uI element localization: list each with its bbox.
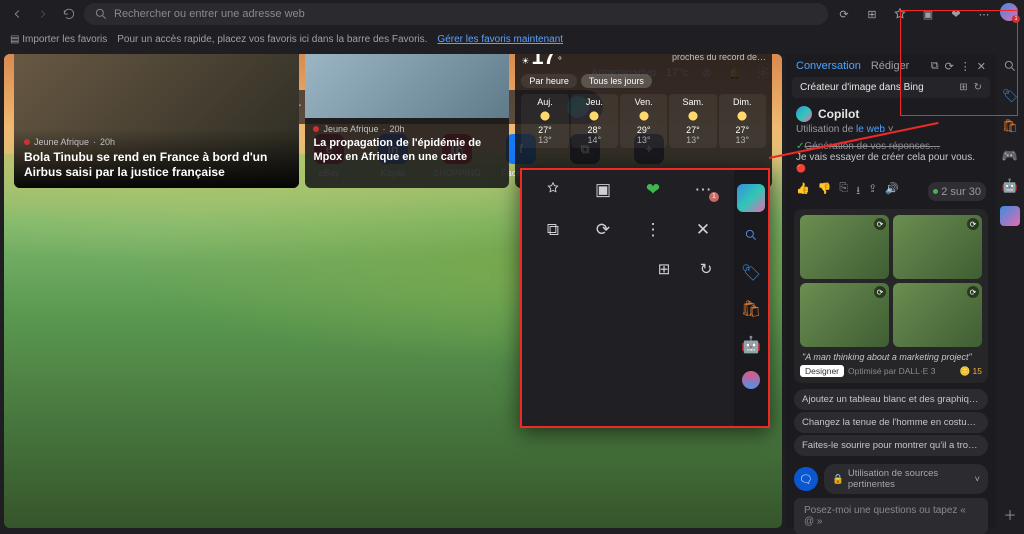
image-creator-banner[interactable]: Créateur d'image dans Bing ⊞↻ — [792, 77, 990, 98]
news-card-lead[interactable]: Jeune Afrique · 20h Bola Tinubu se rend … — [14, 54, 299, 188]
sources-toggle[interactable]: 🔒 Utilisation de sources pertinentes ˅ — [824, 464, 988, 494]
open-external-icon[interactable]: ⧉ — [541, 220, 565, 240]
forecast-day[interactable]: Sam.27°13° — [669, 94, 716, 148]
new-topic-button[interactable]: 🗨 — [794, 467, 818, 491]
open-external-icon[interactable]: ⧉ — [931, 60, 939, 73]
refresh-icon[interactable]: ⟳ — [591, 220, 615, 240]
copilot-icon[interactable] — [737, 184, 765, 212]
share-icon[interactable]: ⇪ — [868, 182, 877, 201]
news-card[interactable]: Jeune Afrique · 20h La propagation de l'… — [305, 54, 509, 188]
forward-button[interactable] — [32, 3, 54, 25]
sidebar-tag-icon[interactable]: 🏷 — [741, 263, 761, 283]
sync-icon[interactable]: ❤ — [944, 3, 968, 25]
read-aloud-icon[interactable]: 🔊 — [885, 182, 899, 201]
download-icon[interactable]: ⭳ — [856, 182, 860, 201]
profile-avatar[interactable]: 1 — [1000, 3, 1018, 21]
turn-counter: 2 sur 30 — [928, 182, 986, 201]
copilot-logo-icon — [796, 106, 812, 122]
search-icon — [94, 7, 108, 21]
manage-favorites-link[interactable]: Gérer les favoris maintenant — [437, 34, 563, 45]
suggestion-chip[interactable]: Changez la tenue de l'homme en costume d… — [794, 412, 988, 433]
sidebar-shopping-icon[interactable]: 🛍 — [741, 299, 761, 319]
sidebar-copilot-icon[interactable] — [1000, 206, 1020, 226]
generated-image[interactable] — [800, 283, 889, 347]
weather-tab-hourly[interactable]: Par heure — [521, 74, 577, 88]
more-icon[interactable]: ⋮ — [960, 60, 971, 73]
generated-image[interactable] — [800, 215, 889, 279]
refresh-button[interactable] — [58, 3, 80, 25]
favorites-star-icon[interactable] — [541, 180, 565, 200]
extensions-icon[interactable]: ⊞ — [860, 3, 884, 25]
sidebar-tag-icon[interactable]: 🏷 — [1000, 86, 1020, 106]
annotation-zoom-panel: ▣ ❤ ⋯1 ⧉ ⟳ ⋮ ✕ ⊞ ↻ 🏷 🛍 🤖 — [520, 168, 770, 428]
import-favorites[interactable]: ▤ Importer les favoris — [10, 34, 107, 45]
close-icon[interactable]: ✕ — [977, 60, 986, 73]
copilot-panel: Conversation Rédiger ⧉ ⟳ ⋮ ✕ Créateur d'… — [786, 54, 996, 528]
forecast-day[interactable]: Ven.29°13° — [620, 94, 667, 148]
favorites-tip: Pour un accès rapide, placez vos favoris… — [117, 34, 427, 45]
assistant-message: Je vais essayer de créer cela pour vous. — [796, 152, 986, 174]
sidebar-bot-icon[interactable]: 🤖 — [741, 335, 761, 355]
tab-conversation[interactable]: Conversation — [796, 60, 861, 73]
more-icon[interactable]: ⋯1 — [691, 180, 715, 200]
address-bar[interactable]: Rechercher ou entrer une adresse web — [84, 3, 828, 25]
address-placeholder: Rechercher ou entrer une adresse web — [114, 8, 305, 20]
favorites-icon[interactable] — [888, 3, 912, 25]
collections-icon[interactable]: ▣ — [591, 180, 615, 200]
refresh-icon[interactable]: ⟳ — [945, 60, 954, 73]
weather-tab-daily[interactable]: Tous les jours — [581, 74, 652, 88]
sidebar-search-icon[interactable] — [744, 228, 758, 247]
copilot-brand: Copilot — [786, 98, 996, 124]
image-prompt-caption: "A man thinking about a marketing projec… — [800, 347, 982, 365]
sidebar-bot-icon[interactable]: 🤖 — [1000, 176, 1020, 196]
sidebar-orb-icon[interactable] — [742, 371, 760, 389]
message-actions: 👍 👎 ⎘ ⭳ ⇪ 🔊 2 sur 30 — [786, 180, 996, 205]
performance-icon[interactable]: ⟳ — [832, 3, 856, 25]
forecast-day[interactable]: Dim.27°13° — [719, 94, 766, 148]
sidebar-shopping-icon[interactable]: 🛍 — [1000, 116, 1020, 136]
copy-icon[interactable]: ⎘ — [839, 182, 848, 201]
health-icon[interactable]: ❤ — [641, 180, 665, 200]
favorites-bar: ▤ Importer les favoris Pour un accès rap… — [0, 28, 1024, 50]
generated-image[interactable] — [893, 283, 982, 347]
suggestion-chip[interactable]: Ajoutez un tableau blanc et des graphiqu… — [794, 389, 988, 410]
sidebar-add-icon[interactable]: ＋ — [1000, 504, 1020, 524]
collections-icon[interactable]: ▣ — [916, 3, 940, 25]
designer-chip[interactable]: Designer — [800, 365, 844, 377]
more-vertical-icon[interactable]: ⋮ — [641, 220, 665, 240]
ask-input[interactable]: Posez-moi une questions ou tapez « @ » — [794, 498, 988, 534]
menu-icon[interactable]: ⋯ — [972, 3, 996, 25]
history-icon[interactable]: ↻ — [974, 82, 982, 93]
sidebar-games-icon[interactable]: 🎮 — [1000, 146, 1020, 166]
edge-sidebar: 🏷 🛍 🎮 🤖 ＋ — [996, 50, 1024, 532]
tab-compose[interactable]: Rédiger — [871, 60, 910, 73]
copilot-scope[interactable]: Utilisation de le web ˅ — [786, 124, 996, 135]
browser-chrome-top: Rechercher ou entrer une adresse web ⟳ ⊞… — [0, 0, 1024, 28]
sidebar-search-icon[interactable] — [1000, 56, 1020, 76]
credits-remaining[interactable]: 🪙 15 — [960, 366, 982, 377]
history-icon[interactable]: ↻ — [694, 260, 718, 278]
image-results: "A man thinking about a marketing projec… — [794, 209, 988, 383]
dislike-icon[interactable]: 👎 — [818, 182, 832, 201]
forecast-day[interactable]: Jeu.28°14° — [571, 94, 618, 148]
suggestion-chip[interactable]: Faites-le sourire pour montrer qu'il a t… — [794, 435, 988, 456]
grid-icon[interactable]: ⊞ — [652, 260, 676, 278]
back-button[interactable] — [6, 3, 28, 25]
generated-image[interactable] — [893, 215, 982, 279]
forecast-day[interactable]: Auj.27°13° — [521, 94, 568, 148]
close-icon[interactable]: ✕ — [691, 220, 715, 240]
grid-icon[interactable]: ⊞ — [959, 82, 967, 93]
like-icon[interactable]: 👍 — [796, 182, 810, 201]
